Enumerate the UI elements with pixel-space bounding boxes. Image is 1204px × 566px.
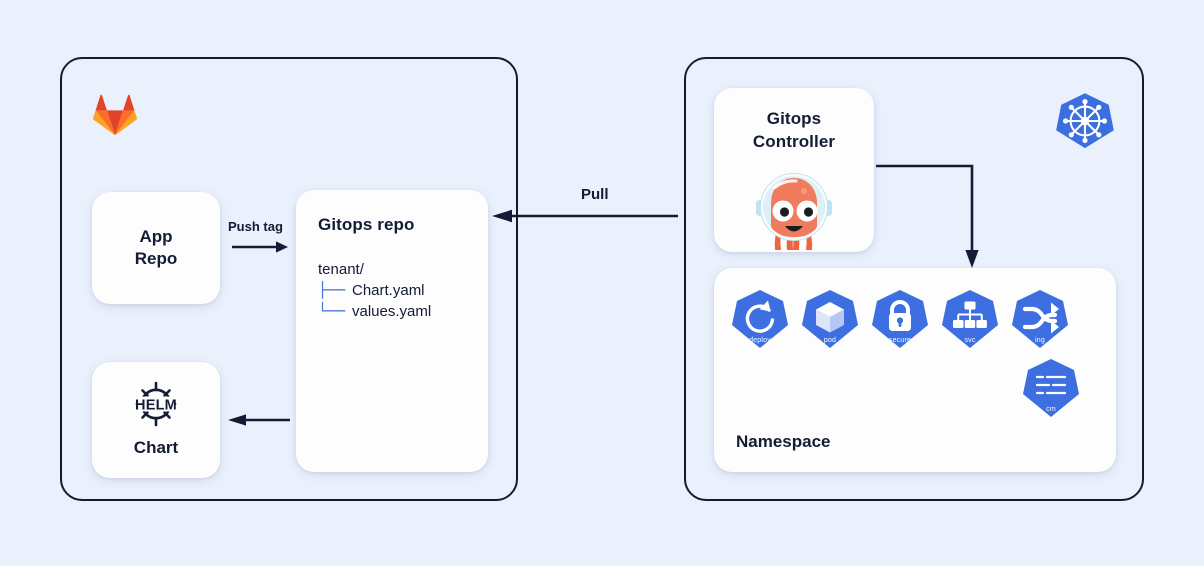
service-caption: svc	[964, 337, 976, 344]
helm-chart-caption: Chart	[133, 437, 179, 457]
helm-chart-card[interactable]: HELM Chart	[92, 362, 220, 478]
pod-caption: pod	[823, 337, 837, 344]
gitlab-logo-icon	[92, 92, 138, 136]
controller-to-namespace-arrow	[876, 162, 990, 272]
app-repo-card[interactable]: App Repo	[92, 192, 220, 304]
pull-arrow	[492, 209, 678, 223]
chart-arrow	[228, 413, 290, 427]
k8s-resource-row-2: cm	[731, 357, 1081, 419]
gitops-repo-card[interactable]: Gitops repo tenant/ ├── Chart.yaml └── v…	[296, 190, 488, 472]
helm-logo-text: HELM	[135, 398, 177, 414]
app-repo-label-line1: App	[139, 226, 173, 246]
argo-octopus-mascot-icon	[752, 164, 836, 250]
tree-branch-icon: └──	[318, 302, 346, 321]
service-icon[interactable]: svc	[941, 288, 999, 350]
namespace-label: Namespace	[736, 432, 831, 451]
diagram-canvas: App Repo Gitops repo tenant/ ├── Chart.y…	[0, 0, 1204, 566]
k8s-resource-row-1: deploy pod secure svc ing	[731, 288, 1081, 350]
tree-file-name: Chart.yaml	[352, 281, 425, 299]
pod-icon[interactable]: pod	[801, 288, 859, 350]
tree-file-name: values.yaml	[352, 303, 432, 321]
k8s-resource-grid: deploy pod secure svc ing cm	[731, 288, 1081, 419]
kubernetes-logo-icon	[1054, 90, 1116, 152]
gitops-repo-title: Gitops repo	[318, 215, 415, 234]
configmap-caption: cm	[1046, 406, 1056, 413]
deployment-caption: deploy	[749, 337, 771, 344]
push-tag-arrow	[232, 240, 288, 254]
namespace-card[interactable]: deploy pod secure svc ing cm Namespace	[714, 268, 1116, 472]
secret-lock-icon[interactable]: secure	[871, 288, 929, 350]
ingress-icon[interactable]: ing	[1011, 288, 1069, 350]
tree-root-folder: tenant/	[318, 260, 364, 278]
deployment-icon[interactable]: deploy	[731, 288, 789, 350]
ingress-caption: ing	[1035, 337, 1045, 344]
gitops-repo-file-tree: tenant/ ├── Chart.yaml └── values.yaml	[318, 259, 488, 323]
secret-caption: secure	[888, 337, 912, 344]
gitops-controller-title-line1: Gitops	[766, 109, 822, 128]
app-repo-label-line2: Repo	[134, 249, 178, 268]
gitops-controller-title-line2: Controller	[752, 131, 836, 151]
tree-branch-icon: ├──	[318, 280, 346, 299]
tree-file-row[interactable]: └── values.yaml	[318, 301, 488, 322]
configmap-icon[interactable]: cm	[1022, 357, 1080, 419]
push-tag-edge-label: Push tag	[228, 219, 283, 234]
helm-logo-icon: HELM	[128, 381, 184, 427]
tree-file-row[interactable]: ├── Chart.yaml	[318, 280, 488, 301]
pull-edge-label: Pull	[581, 186, 609, 203]
gitops-controller-card[interactable]: Gitops Controller	[714, 88, 874, 252]
